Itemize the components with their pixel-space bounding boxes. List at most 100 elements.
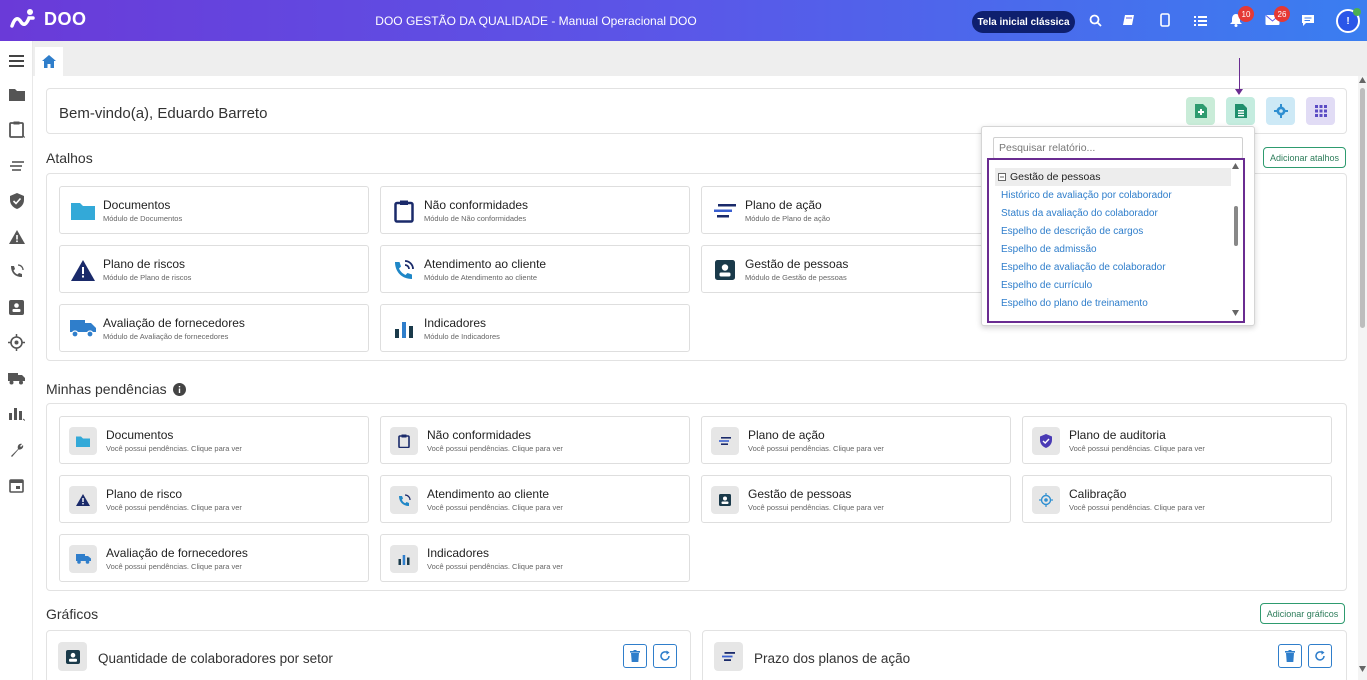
- search-icon[interactable]: [1087, 12, 1103, 28]
- shortcut-card[interactable]: Atendimento ao cliente Módulo de Atendim…: [380, 245, 690, 293]
- user-avatar[interactable]: !: [1336, 8, 1361, 33]
- notification-bell-icon[interactable]: 10: [1228, 6, 1254, 28]
- delete-chart-button[interactable]: [623, 644, 647, 668]
- avatar-initial: !: [1346, 15, 1350, 27]
- pending-subtitle: Você possui pendências. Clique para ver: [427, 562, 563, 571]
- action-plan-icon[interactable]: [8, 157, 25, 174]
- pending-title: Indicadores: [427, 546, 490, 560]
- new-document-button[interactable]: [1186, 97, 1215, 125]
- shortcut-card[interactable]: Gestão de pessoas Módulo de Gestão de pe…: [701, 245, 1011, 293]
- shortcut-title: Indicadores: [424, 316, 487, 330]
- envelope-icon[interactable]: 26: [1264, 6, 1290, 28]
- action-plan-icon: [711, 427, 739, 455]
- id-card-icon[interactable]: [8, 299, 25, 316]
- gear-icon: [1273, 104, 1288, 118]
- add-charts-button[interactable]: Adicionar gráficos: [1260, 603, 1345, 624]
- bar-chart-icon[interactable]: [8, 405, 25, 422]
- chart-card: Prazo dos planos de ação: [702, 630, 1347, 680]
- chat-icon[interactable]: [1300, 12, 1316, 28]
- shortcut-subtitle: Módulo de Não conformidades: [424, 214, 527, 223]
- clipboard-icon[interactable]: [8, 121, 25, 138]
- classic-home-button[interactable]: Tela inicial clássica: [972, 11, 1075, 33]
- folder-icon[interactable]: [8, 86, 25, 103]
- reports-button[interactable]: [1226, 97, 1255, 125]
- id-card-icon: [712, 258, 738, 282]
- target-icon[interactable]: [8, 334, 25, 351]
- list-scroll-down-icon[interactable]: [1232, 310, 1239, 316]
- pending-card[interactable]: Avaliação de fornecedores Você possui pe…: [59, 534, 369, 582]
- pending-card[interactable]: Plano de risco Você possui pendências. C…: [59, 475, 369, 523]
- report-group-header[interactable]: Gestão de pessoas: [995, 168, 1231, 186]
- calendar-icon[interactable]: [8, 477, 25, 494]
- top-bar: DOO DOO GESTÃO DA QUALIDADE - Manual Ope…: [0, 0, 1367, 41]
- app-title: DOO GESTÃO DA QUALIDADE - Manual Operaci…: [375, 14, 697, 28]
- shield-icon[interactable]: [8, 192, 25, 209]
- shortcut-card[interactable]: Documentos Módulo de Documentos: [59, 186, 369, 234]
- pending-title: Documentos: [106, 428, 174, 442]
- page-scrollbar[interactable]: [1358, 76, 1367, 680]
- welcome-text: Bem-vindo(a), Eduardo Barreto: [59, 105, 268, 122]
- list-icon[interactable]: [1192, 12, 1208, 28]
- shortcut-card[interactable]: Plano de ação Módulo de Plano de ação: [701, 186, 1011, 234]
- shortcut-card[interactable]: Indicadores Módulo de Indicadores: [380, 304, 690, 352]
- chart-title: Quantidade de colaboradores por setor: [98, 651, 333, 666]
- info-icon[interactable]: [172, 382, 186, 396]
- report-item[interactable]: Espelho do plano de treinamento: [1001, 298, 1148, 309]
- pending-card[interactable]: Plano de auditoria Você possui pendência…: [1022, 416, 1332, 464]
- pending-panel: Documentos Você possui pendências. Cliqu…: [46, 403, 1347, 591]
- pending-subtitle: Você possui pendências. Clique para ver: [1069, 444, 1205, 453]
- pending-subtitle: Você possui pendências. Clique para ver: [106, 562, 242, 571]
- report-item[interactable]: Espelho de descrição de cargos: [1001, 226, 1143, 237]
- warning-icon: [69, 486, 97, 514]
- refresh-chart-button[interactable]: [653, 644, 677, 668]
- report-search-input[interactable]: [993, 137, 1243, 159]
- phone-icon[interactable]: [8, 263, 25, 280]
- apps-grid-button[interactable]: [1306, 97, 1335, 125]
- tab-home[interactable]: [35, 47, 63, 76]
- book-icon[interactable]: [1121, 12, 1137, 28]
- id-card-icon: [58, 642, 87, 671]
- shortcut-card[interactable]: Não conformidades Módulo de Não conformi…: [380, 186, 690, 234]
- wrench-icon[interactable]: [8, 441, 25, 458]
- online-status-dot: [1353, 8, 1361, 16]
- add-shortcuts-button[interactable]: Adicionar atalhos: [1263, 147, 1346, 168]
- scroll-up-arrow-icon[interactable]: [1359, 77, 1366, 83]
- page-scroll-thumb[interactable]: [1360, 88, 1365, 328]
- collapse-icon: [998, 173, 1006, 181]
- warning-icon[interactable]: [8, 228, 25, 245]
- report-item[interactable]: Espelho de avaliação de colaborador: [1001, 262, 1166, 273]
- pending-card[interactable]: Indicadores Você possui pendências. Cliq…: [380, 534, 690, 582]
- refresh-chart-button[interactable]: [1308, 644, 1332, 668]
- settings-button[interactable]: [1266, 97, 1295, 125]
- warning-icon: [70, 258, 96, 282]
- list-scroll-up-icon[interactable]: [1232, 163, 1239, 169]
- pending-card[interactable]: Plano de ação Você possui pendências. Cl…: [701, 416, 1011, 464]
- charts-title: Gráficos: [46, 606, 99, 622]
- grid-icon: [1314, 105, 1327, 117]
- shortcut-title: Atendimento ao cliente: [424, 257, 547, 271]
- shortcut-subtitle: Módulo de Documentos: [103, 214, 183, 223]
- truck-icon[interactable]: [8, 370, 25, 387]
- tab-bar: [33, 41, 1367, 76]
- shortcut-subtitle: Módulo de Gestão de pessoas: [745, 273, 847, 282]
- shortcut-card[interactable]: Avaliação de fornecedores Módulo de Aval…: [59, 304, 369, 352]
- scroll-down-arrow-icon[interactable]: [1359, 666, 1366, 672]
- trash-icon: [1285, 650, 1295, 662]
- pending-card[interactable]: Documentos Você possui pendências. Cliqu…: [59, 416, 369, 464]
- pending-card[interactable]: Atendimento ao cliente Você possui pendê…: [380, 475, 690, 523]
- report-item[interactable]: Espelho de currículo: [1001, 280, 1092, 291]
- pending-card[interactable]: Não conformidades Você possui pendências…: [380, 416, 690, 464]
- shortcut-card[interactable]: Plano de riscos Módulo de Plano de risco…: [59, 245, 369, 293]
- shortcut-subtitle: Módulo de Plano de riscos: [103, 273, 192, 282]
- mobile-icon[interactable]: [1157, 12, 1173, 28]
- report-item[interactable]: Histórico de avaliação por colaborador: [1001, 190, 1172, 201]
- list-scroll-thumb[interactable]: [1234, 206, 1238, 246]
- menu-hamburger-icon[interactable]: [8, 52, 25, 69]
- delete-chart-button[interactable]: [1278, 644, 1302, 668]
- bar-chart-icon: [391, 317, 417, 341]
- pending-card[interactable]: Gestão de pessoas Você possui pendências…: [701, 475, 1011, 523]
- report-item[interactable]: Status da avaliação do colaborador: [1001, 208, 1158, 219]
- pending-card[interactable]: Calibração Você possui pendências. Cliqu…: [1022, 475, 1332, 523]
- report-item[interactable]: Espelho de admissão: [1001, 244, 1097, 255]
- shortcut-title: Avaliação de fornecedores: [103, 316, 245, 330]
